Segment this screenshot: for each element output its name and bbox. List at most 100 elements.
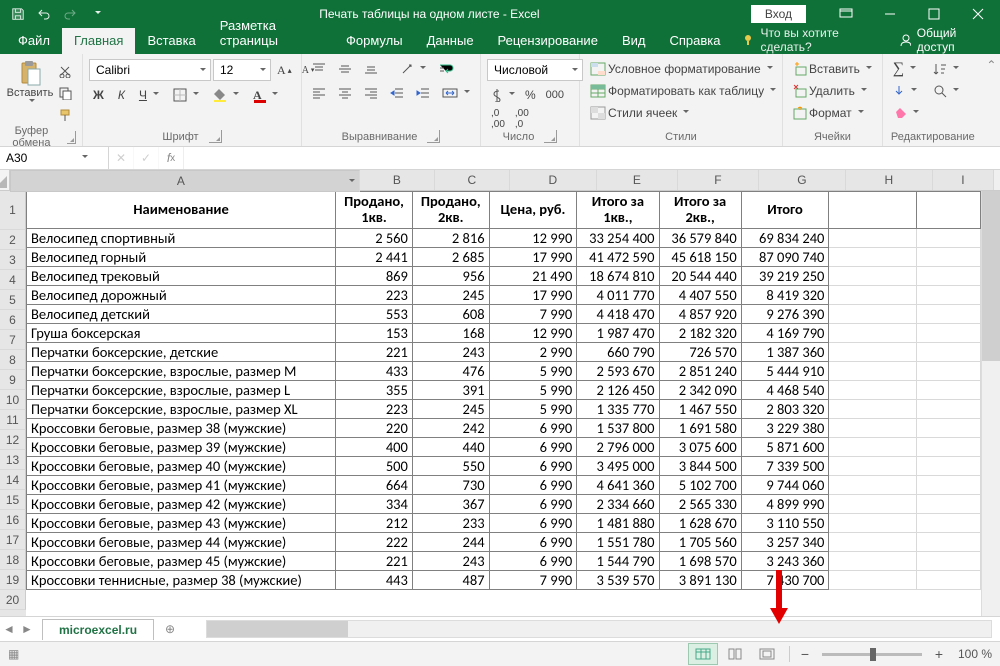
row-header[interactable]: 6 (0, 310, 26, 330)
cell[interactable]: 6 990 (490, 419, 578, 438)
sort-filter-button[interactable] (929, 59, 963, 79)
autosum-button[interactable]: ∑ (889, 59, 923, 79)
cell[interactable]: 36 579 840 (660, 229, 742, 248)
row-header[interactable]: 11 (0, 410, 26, 430)
cell[interactable]: 9 744 060 (742, 476, 830, 495)
cell[interactable]: Цена, руб. (490, 191, 578, 229)
align-center-button[interactable] (334, 83, 356, 103)
cell[interactable] (917, 552, 981, 571)
ribbon-options-icon[interactable] (824, 0, 868, 28)
zoom-label[interactable]: 100 % (948, 647, 1000, 661)
cell[interactable]: Кроссовки беговые, размер 43 (мужские) (26, 514, 336, 533)
cell[interactable]: 2 851 240 (660, 362, 742, 381)
cell[interactable]: 6 990 (490, 457, 578, 476)
cell[interactable]: 222 (336, 533, 413, 552)
wrap-text-button[interactable] (434, 59, 458, 79)
cell[interactable]: 443 (336, 571, 413, 590)
cell[interactable] (917, 362, 981, 381)
cell[interactable]: 18 674 810 (577, 267, 659, 286)
cell[interactable]: 500 (336, 457, 413, 476)
maximize-icon[interactable] (912, 0, 956, 28)
cell[interactable]: 1 987 470 (577, 324, 659, 343)
cell[interactable] (829, 419, 917, 438)
cell[interactable]: 2 796 000 (577, 438, 659, 457)
cell[interactable] (829, 533, 917, 552)
cell[interactable] (917, 438, 981, 457)
column-header-I[interactable]: I (933, 170, 994, 190)
cell[interactable]: 730 (413, 476, 490, 495)
cell[interactable]: 12 990 (490, 324, 578, 343)
conditional-formatting-button[interactable]: Условное форматирование (586, 59, 777, 79)
cell[interactable]: 355 (336, 381, 413, 400)
font-color-button[interactable]: A (249, 85, 282, 105)
zoom-out-button[interactable]: − (796, 646, 814, 662)
cell[interactable] (917, 495, 981, 514)
column-header-B[interactable]: B (360, 170, 435, 190)
cell[interactable]: 5 102 700 (660, 476, 742, 495)
cell[interactable] (917, 248, 981, 267)
cell[interactable] (917, 324, 981, 343)
sheet-nav-next[interactable]: ► (18, 619, 36, 639)
cell[interactable] (829, 438, 917, 457)
cell[interactable]: 7 430 700 (742, 571, 830, 590)
macro-record-icon[interactable]: ▦ (8, 647, 19, 661)
cell[interactable]: 2 803 320 (742, 400, 830, 419)
row-header[interactable]: 4 (0, 270, 26, 290)
cell[interactable]: 3 257 340 (742, 533, 830, 552)
row-header[interactable]: 5 (0, 290, 26, 310)
accounting-format-button[interactable] (487, 85, 519, 105)
column-header-A[interactable]: A (10, 170, 360, 192)
cell[interactable]: 550 (413, 457, 490, 476)
cell[interactable]: 223 (336, 400, 413, 419)
cell[interactable] (917, 381, 981, 400)
increase-indent-button[interactable] (412, 83, 434, 103)
fill-color-button[interactable] (209, 85, 243, 105)
cell[interactable]: 3 229 380 (742, 419, 830, 438)
cell[interactable]: Продано, 2кв. (413, 191, 490, 229)
orientation-button[interactable] (396, 59, 430, 79)
tab-home[interactable]: Главная (62, 28, 135, 54)
cell[interactable]: 12 990 (490, 229, 578, 248)
row-header[interactable]: 19 (0, 570, 26, 590)
cell[interactable]: Кроссовки беговые, размер 38 (мужские) (26, 419, 336, 438)
zoom-in-button[interactable]: + (930, 646, 948, 662)
cell[interactable]: 243 (413, 552, 490, 571)
tab-layout[interactable]: Разметка страницы (208, 13, 334, 54)
cell[interactable]: 1 537 800 (577, 419, 659, 438)
cell[interactable]: 400 (336, 438, 413, 457)
cell[interactable]: 220 (336, 419, 413, 438)
cell[interactable] (829, 286, 917, 305)
cell[interactable]: Велосипед детский (26, 305, 336, 324)
page-break-view-button[interactable] (752, 643, 782, 665)
cell[interactable]: 168 (413, 324, 490, 343)
format-painter-button[interactable] (54, 105, 76, 125)
cell[interactable]: 4 857 920 (660, 305, 742, 324)
row-header[interactable]: 14 (0, 470, 26, 490)
row-header[interactable]: 20 (0, 590, 26, 610)
font-size-select[interactable]: 12 (213, 59, 271, 81)
cell[interactable]: 726 570 (660, 343, 742, 362)
cell[interactable]: 7 990 (490, 571, 578, 590)
tab-review[interactable]: Рецензирование (486, 28, 610, 54)
cell[interactable]: 4 641 360 (577, 476, 659, 495)
tab-insert[interactable]: Вставка (135, 28, 207, 54)
cell[interactable]: 233 (413, 514, 490, 533)
cell[interactable]: 1 698 570 (660, 552, 742, 571)
cell[interactable]: 245 (413, 286, 490, 305)
cell[interactable]: 1 691 580 (660, 419, 742, 438)
format-as-table-button[interactable]: Форматировать как таблицу (586, 81, 780, 101)
cell[interactable]: 476 (413, 362, 490, 381)
cell[interactable]: 2 685 (413, 248, 490, 267)
cell[interactable] (917, 514, 981, 533)
increase-font-button[interactable]: A▴ (273, 60, 296, 80)
paste-button[interactable]: Вставить (6, 57, 54, 105)
cell[interactable] (917, 267, 981, 286)
cell[interactable]: Груша боксерская (26, 324, 336, 343)
cell[interactable]: Кроссовки беговые, размер 41 (мужские) (26, 476, 336, 495)
cell[interactable]: 5 990 (490, 400, 578, 419)
cell[interactable]: Кроссовки беговые, размер 40 (мужские) (26, 457, 336, 476)
undo-icon[interactable] (32, 2, 56, 26)
number-launcher[interactable] (544, 130, 557, 143)
new-sheet-button[interactable]: ⊕ (158, 617, 182, 641)
vertical-scrollbar[interactable] (981, 191, 1000, 616)
